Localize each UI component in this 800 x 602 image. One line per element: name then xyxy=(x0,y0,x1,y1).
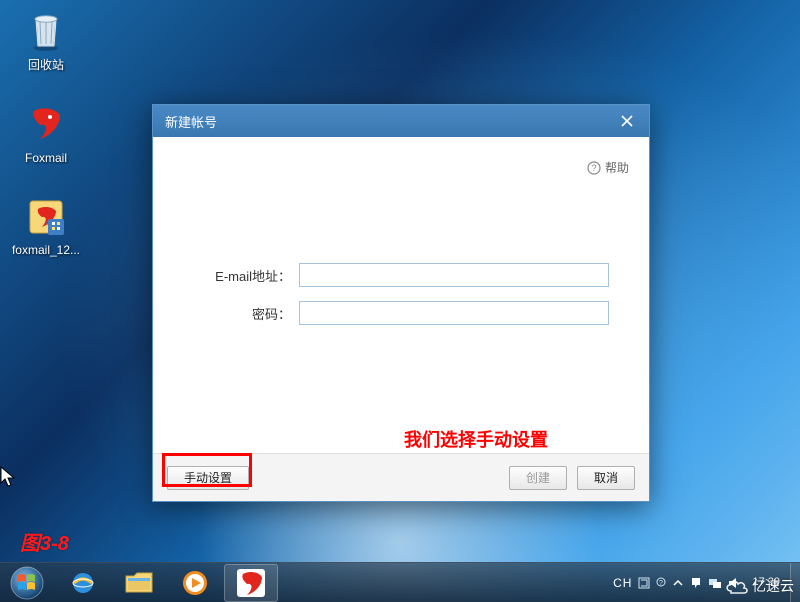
installer-icon xyxy=(22,193,70,241)
email-label: E-mail地址： xyxy=(193,266,299,285)
tray-chevron-icon[interactable] xyxy=(672,577,684,589)
dialog-button-bar: 手动设置 创建 取消 xyxy=(153,453,649,501)
taskbar-item-ie[interactable] xyxy=(56,564,110,602)
create-button[interactable]: 创建 xyxy=(509,466,567,490)
desktop-icon-label: foxmail_12... xyxy=(12,243,80,257)
ime-options-icon[interactable] xyxy=(638,577,650,589)
watermark-text: 亿速云 xyxy=(752,576,794,596)
desktop-icon-label: Foxmail xyxy=(25,151,67,165)
recycle-bin-icon xyxy=(22,6,70,54)
ime-indicator[interactable]: CH xyxy=(613,576,632,590)
password-input[interactable] xyxy=(299,301,609,325)
action-center-icon[interactable] xyxy=(690,577,702,589)
dialog-titlebar[interactable]: 新建帐号 xyxy=(153,105,649,137)
desktop-icon-label: 回收站 xyxy=(28,56,64,73)
form-row-email: E-mail地址： xyxy=(193,263,609,287)
start-button[interactable] xyxy=(0,563,54,602)
foxmail-icon xyxy=(22,101,70,149)
svg-text:?: ? xyxy=(660,580,664,587)
account-form: E-mail地址： 密码： xyxy=(193,263,609,339)
task-items xyxy=(54,563,278,602)
desktop-icon-recycle-bin[interactable]: 回收站 xyxy=(6,4,86,75)
desktop-icon-foxmail-installer[interactable]: foxmail_12... xyxy=(6,191,86,259)
email-input[interactable] xyxy=(299,263,609,287)
foxmail-icon xyxy=(237,569,265,597)
close-icon xyxy=(621,115,633,127)
dialog-close-button[interactable] xyxy=(605,105,649,137)
taskbar-item-explorer[interactable] xyxy=(112,564,166,602)
svg-text:?: ? xyxy=(591,163,596,173)
desktop-icon-area: 回收站 Foxmail foxmail_12... xyxy=(6,4,86,259)
watermark: 亿速云 xyxy=(724,576,794,596)
desktop-icon-foxmail[interactable]: Foxmail xyxy=(6,99,86,167)
cancel-button[interactable]: 取消 xyxy=(577,466,635,490)
taskbar-item-media-player[interactable] xyxy=(168,564,222,602)
ie-icon xyxy=(69,569,97,597)
taskbar: CH ? 17:29 xyxy=(0,562,800,602)
taskbar-item-foxmail[interactable] xyxy=(224,564,278,602)
help-link[interactable]: ? 帮助 xyxy=(587,159,629,176)
folder-icon xyxy=(124,570,154,596)
form-row-password: 密码： xyxy=(193,301,609,325)
password-label: 密码： xyxy=(193,304,299,323)
new-account-dialog: 新建帐号 ? 帮助 E-mail地址： 密码： 手动设置 xyxy=(152,104,650,502)
help-label: 帮助 xyxy=(605,159,629,176)
network-icon[interactable] xyxy=(708,577,722,589)
dialog-body: ? 帮助 E-mail地址： 密码： 手动设置 创建 取消 xyxy=(153,137,649,501)
manual-setup-button[interactable]: 手动设置 xyxy=(167,466,249,490)
ime-help-icon[interactable]: ? xyxy=(656,577,666,589)
media-player-icon xyxy=(181,569,209,597)
dialog-title: 新建帐号 xyxy=(165,112,217,131)
figure-label: 图3-8 xyxy=(20,527,69,556)
cloud-icon xyxy=(724,577,750,595)
windows-start-icon xyxy=(10,566,44,600)
help-icon: ? xyxy=(587,161,601,175)
